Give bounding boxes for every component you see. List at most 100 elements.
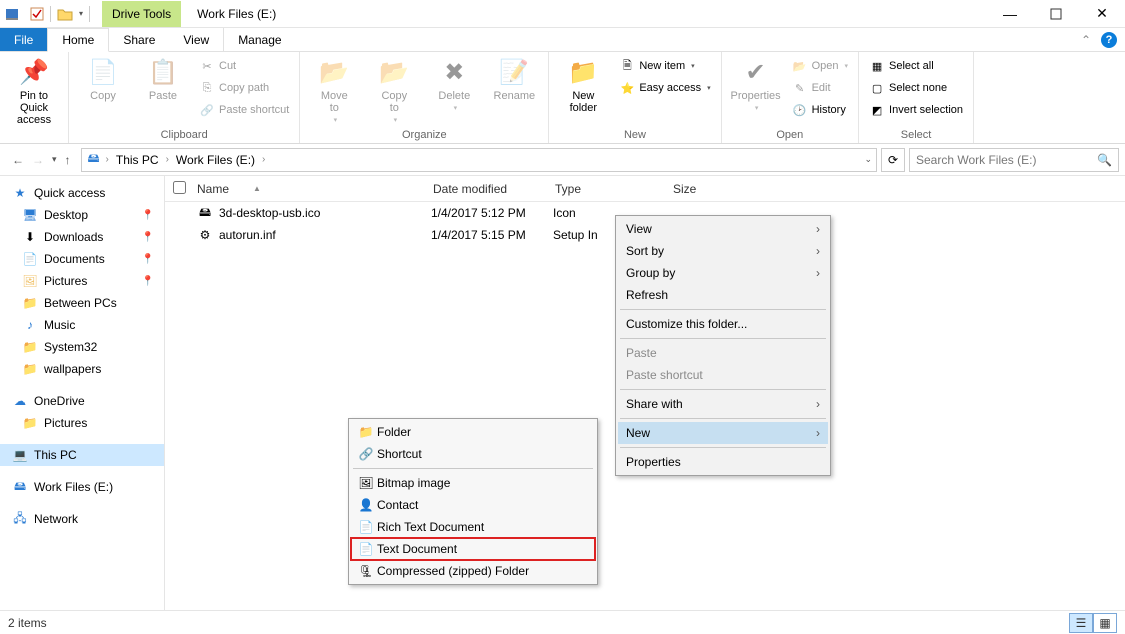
sidebar-item-wallpapers[interactable]: 📁wallpapers bbox=[0, 358, 164, 380]
qat-item[interactable] bbox=[30, 7, 44, 21]
folder-icon: 📁 bbox=[22, 339, 38, 355]
sidebar-item-system32[interactable]: 📁System32 bbox=[0, 336, 164, 358]
sidebar-item-music[interactable]: ♪Music bbox=[0, 314, 164, 336]
pin-to-quick-access-button[interactable]: 📌 Pin to Quick access bbox=[6, 54, 62, 128]
star-icon: ★ bbox=[12, 185, 28, 201]
folder-icon: 📁 bbox=[22, 295, 38, 311]
music-icon: ♪ bbox=[22, 317, 38, 333]
chevron-right-icon: › bbox=[816, 397, 820, 411]
submenu-shortcut[interactable]: 🔗Shortcut bbox=[351, 443, 595, 465]
edit-icon: ✎ bbox=[792, 80, 808, 96]
easy-access-button[interactable]: ⭐Easy access ▾ bbox=[615, 78, 714, 98]
cut-button[interactable]: ✂Cut bbox=[195, 56, 293, 76]
menu-share-with[interactable]: Share with› bbox=[618, 393, 828, 415]
breadcrumb-drive[interactable]: Work Files (E:) bbox=[173, 153, 258, 167]
column-size[interactable]: Size bbox=[673, 182, 753, 196]
minimize-button[interactable]: — bbox=[987, 0, 1033, 28]
recent-dropdown[interactable]: ▾ bbox=[52, 154, 57, 165]
forward-button[interactable]: → bbox=[32, 153, 44, 167]
window-title: Work Files (E:) bbox=[185, 7, 276, 21]
sidebar-quick-access[interactable]: ★Quick access bbox=[0, 182, 164, 204]
menu-properties[interactable]: Properties bbox=[618, 451, 828, 473]
tab-manage[interactable]: Manage bbox=[223, 28, 295, 51]
drive-tools-tab[interactable]: Drive Tools bbox=[102, 1, 181, 27]
properties-button[interactable]: ✔ Properties▾ bbox=[728, 54, 784, 114]
menu-paste-shortcut[interactable]: Paste shortcut bbox=[618, 364, 828, 386]
rename-button[interactable]: 📝 Rename bbox=[486, 54, 542, 104]
sidebar-this-pc[interactable]: 💻This PC bbox=[0, 444, 164, 466]
invert-selection-button[interactable]: ◩Invert selection bbox=[865, 100, 967, 120]
shortcut-icon: 🔗 bbox=[199, 102, 215, 118]
submenu-text-document[interactable]: 📄Text Document bbox=[351, 538, 595, 560]
select-all-checkbox[interactable] bbox=[173, 181, 186, 194]
copy-path-button[interactable]: ⎘Copy path bbox=[195, 78, 293, 98]
up-button[interactable]: ↑ bbox=[65, 153, 71, 167]
qat-folder-icon[interactable] bbox=[57, 7, 73, 21]
menu-group-by[interactable]: Group by› bbox=[618, 262, 828, 284]
tab-file[interactable]: File bbox=[0, 28, 47, 51]
sidebar-drive[interactable]: 🖴Work Files (E:) bbox=[0, 476, 164, 498]
open-icon: 📂 bbox=[792, 58, 808, 74]
sidebar-item-pictures[interactable]: 🖼Pictures📍 bbox=[0, 270, 164, 292]
edit-button[interactable]: ✎Edit bbox=[788, 78, 852, 98]
copy-icon: 📄 bbox=[87, 56, 119, 88]
sidebar-onedrive[interactable]: ☁OneDrive bbox=[0, 390, 164, 412]
thispc-icon: 💻 bbox=[12, 447, 28, 463]
copy-button[interactable]: 📄 Copy bbox=[75, 54, 131, 104]
paste-button[interactable]: 📋 Paste bbox=[135, 54, 191, 104]
delete-icon: ✖ bbox=[438, 56, 470, 88]
move-to-button[interactable]: 📂 Move to▾ bbox=[306, 54, 362, 126]
submenu-contact[interactable]: 👤Contact bbox=[351, 494, 595, 516]
sidebar-item-downloads[interactable]: ⬇Downloads📍 bbox=[0, 226, 164, 248]
sidebar-item-between-pcs[interactable]: 📁Between PCs bbox=[0, 292, 164, 314]
tab-share[interactable]: Share bbox=[109, 28, 169, 51]
select-none-button[interactable]: ▢Select none bbox=[865, 78, 967, 98]
rtf-icon: 📄 bbox=[355, 520, 377, 534]
maximize-button[interactable] bbox=[1033, 0, 1079, 28]
menu-customize[interactable]: Customize this folder... bbox=[618, 313, 828, 335]
history-button[interactable]: 🕑History bbox=[788, 100, 852, 120]
drive-icon: 🖴 bbox=[86, 152, 102, 168]
column-type[interactable]: Type bbox=[555, 182, 673, 196]
paste-shortcut-button[interactable]: 🔗Paste shortcut bbox=[195, 100, 293, 120]
menu-new[interactable]: New› bbox=[618, 422, 828, 444]
text-file-icon: 📄 bbox=[355, 542, 377, 556]
column-date[interactable]: Date modified bbox=[433, 182, 555, 196]
refresh-button[interactable]: ⟳ bbox=[881, 148, 905, 172]
sidebar-network[interactable]: 🖧Network bbox=[0, 508, 164, 530]
back-button[interactable]: ← bbox=[12, 153, 24, 167]
view-details-button[interactable]: ☰ bbox=[1069, 613, 1093, 633]
new-folder-icon: 📁 bbox=[567, 56, 599, 88]
delete-button[interactable]: ✖ Delete▾ bbox=[426, 54, 482, 114]
submenu-zip[interactable]: 🗜Compressed (zipped) Folder bbox=[351, 560, 595, 582]
submenu-bitmap[interactable]: 🖼Bitmap image bbox=[351, 472, 595, 494]
sidebar-item-od-pictures[interactable]: 📁Pictures bbox=[0, 412, 164, 434]
copy-to-button[interactable]: 📂 Copy to▾ bbox=[366, 54, 422, 126]
breadcrumb-thispc[interactable]: This PC bbox=[113, 153, 162, 167]
path-icon: ⎘ bbox=[199, 80, 215, 96]
menu-view[interactable]: View› bbox=[618, 218, 828, 240]
open-button[interactable]: 📂Open ▾ bbox=[788, 56, 852, 76]
menu-refresh[interactable]: Refresh bbox=[618, 284, 828, 306]
chevron-right-icon: › bbox=[816, 426, 820, 440]
submenu-folder[interactable]: 📁Folder bbox=[351, 421, 595, 443]
submenu-rtf[interactable]: 📄Rich Text Document bbox=[351, 516, 595, 538]
address-bar[interactable]: 🖴 › This PC › Work Files (E:) › ⌄ bbox=[81, 148, 877, 172]
collapse-ribbon-icon[interactable]: ⌃ bbox=[1081, 33, 1091, 47]
address-dropdown-icon[interactable]: ⌄ bbox=[864, 154, 872, 165]
column-name[interactable]: Name▲ bbox=[197, 182, 433, 196]
tab-home[interactable]: Home bbox=[47, 28, 109, 52]
tab-view[interactable]: View bbox=[169, 28, 223, 51]
sidebar-item-desktop[interactable]: 🖥Desktop📍 bbox=[0, 204, 164, 226]
new-folder-button[interactable]: 📁 New folder bbox=[555, 54, 611, 116]
menu-sort-by[interactable]: Sort by› bbox=[618, 240, 828, 262]
search-input[interactable]: Search Work Files (E:) 🔍 bbox=[909, 148, 1119, 172]
new-item-button[interactable]: 🗎New item ▾ bbox=[615, 56, 714, 76]
help-icon[interactable]: ? bbox=[1101, 32, 1117, 48]
view-icons-button[interactable]: ▦ bbox=[1093, 613, 1117, 633]
select-all-button[interactable]: ▦Select all bbox=[865, 56, 967, 76]
sidebar-item-documents[interactable]: 📄Documents📍 bbox=[0, 248, 164, 270]
menu-paste[interactable]: Paste bbox=[618, 342, 828, 364]
usb-drive-icon: 🖴 bbox=[12, 479, 28, 495]
close-button[interactable]: ✕ bbox=[1079, 0, 1125, 28]
